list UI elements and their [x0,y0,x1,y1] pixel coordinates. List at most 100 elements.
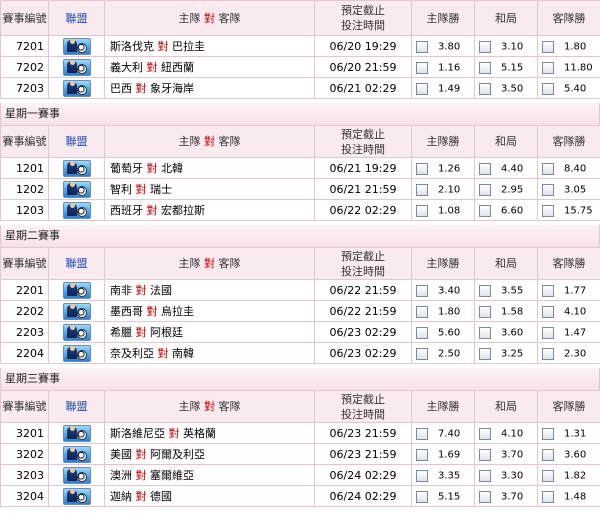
league-cell[interactable] [48,178,105,200]
draw-cell: 3.70 [474,485,538,507]
league-cell[interactable] [48,77,105,99]
soccer-league-icon[interactable] [62,445,91,463]
soccer-league-icon[interactable] [62,37,91,55]
home-win-checkbox[interactable] [416,183,428,196]
home-win-checkbox[interactable] [416,162,428,175]
league-cell[interactable] [48,485,105,507]
away-team: 象牙海岸 [150,82,194,95]
away-win-checkbox[interactable] [542,82,554,95]
draw-checkbox[interactable] [479,347,491,360]
league-cell[interactable] [48,464,105,486]
league-cell[interactable] [48,279,105,301]
league-cell[interactable] [48,321,105,343]
draw-checkbox[interactable] [479,183,491,196]
league-cell[interactable] [48,35,105,57]
draw-checkbox[interactable] [479,40,491,53]
away-win-cell: 1.82 [537,464,600,486]
soccer-league-icon[interactable] [62,281,91,299]
home-win-checkbox[interactable] [416,469,428,482]
draw-checkbox[interactable] [479,305,491,318]
league-cell[interactable] [48,342,105,364]
draw-checkbox[interactable] [479,162,491,175]
home-win-checkbox[interactable] [416,347,428,360]
player-figure-icon [66,303,77,317]
matchup-cell: 斯洛維尼亞 對 英格蘭 [104,422,315,444]
soccer-ball-icon [76,471,87,482]
header-league[interactable]: 聯盟 [48,390,105,423]
home-win-checkbox[interactable] [416,40,428,53]
header-home-win: 主隊勝 [411,125,475,158]
soccer-league-icon[interactable] [62,344,91,362]
vs-label: 對 [135,284,147,297]
away-win-checkbox[interactable] [542,204,554,217]
header-matchup: 主隊 對 客隊 [104,0,315,36]
away-win-checkbox[interactable] [542,305,554,318]
home-win-odds: 1.08 [438,205,461,216]
draw-checkbox[interactable] [479,448,491,461]
soccer-league-icon[interactable] [62,58,91,76]
league-cell[interactable] [48,56,105,78]
soccer-league-icon[interactable] [62,302,91,320]
draw-checkbox[interactable] [479,326,491,339]
league-cell[interactable] [48,199,105,221]
away-win-checkbox[interactable] [542,284,554,297]
soccer-league-icon[interactable] [62,323,91,341]
away-win-checkbox[interactable] [542,347,554,360]
header-matchup: 主隊 對 客隊 [104,390,315,423]
league-cell[interactable] [48,157,105,179]
away-win-checkbox[interactable] [542,326,554,339]
draw-checkbox[interactable] [479,490,491,503]
home-win-checkbox[interactable] [416,204,428,217]
header-league-link[interactable]: 聯盟 [66,400,88,413]
home-win-checkbox[interactable] [416,326,428,339]
draw-checkbox[interactable] [479,204,491,217]
header-league-link[interactable]: 聯盟 [66,12,88,25]
home-win-checkbox[interactable] [416,427,428,440]
league-cell[interactable] [48,300,105,322]
header-row: 賽事編號 聯盟 主隊 對 客隊 預定截止 投注時間 主隊勝 和局 客隊勝 [0,390,600,423]
player-figure-icon [66,202,77,216]
away-win-checkbox[interactable] [542,490,554,503]
soccer-league-icon[interactable] [62,79,91,97]
draw-checkbox[interactable] [479,427,491,440]
away-win-checkbox[interactable] [542,61,554,74]
home-win-checkbox[interactable] [416,305,428,318]
league-cell[interactable] [48,443,105,465]
away-win-checkbox[interactable] [542,183,554,196]
draw-checkbox[interactable] [479,61,491,74]
away-win-checkbox[interactable] [542,427,554,440]
draw-checkbox[interactable] [479,469,491,482]
header-league[interactable]: 聯盟 [48,247,105,280]
away-win-checkbox[interactable] [542,469,554,482]
soccer-league-icon[interactable] [62,201,91,219]
home-win-checkbox[interactable] [416,61,428,74]
away-win-checkbox[interactable] [542,162,554,175]
header-league[interactable]: 聯盟 [48,125,105,158]
soccer-league-icon[interactable] [62,159,91,177]
away-win-checkbox[interactable] [542,448,554,461]
league-cell[interactable] [48,422,105,444]
match-table: 賽事編號 聯盟 主隊 對 客隊 預定截止 投注時間 主隊勝 和局 客隊勝 1201 葡萄牙 對 北… [0,125,600,221]
soccer-league-icon[interactable] [62,487,91,505]
draw-checkbox[interactable] [479,82,491,95]
home-win-checkbox[interactable] [416,448,428,461]
away-win-checkbox[interactable] [542,40,554,53]
match-id: 3202 [0,443,49,465]
soccer-league-icon[interactable] [62,424,91,442]
header-league[interactable]: 聯盟 [48,0,105,36]
home-win-checkbox[interactable] [416,490,428,503]
draw-checkbox[interactable] [479,284,491,297]
home-win-checkbox[interactable] [416,284,428,297]
away-win-odds: 5.40 [564,83,587,94]
header-home: 主隊 [178,257,201,270]
away-team: 北韓 [161,162,183,175]
deadline-time: 06/23 21:59 [314,422,412,444]
player-figure-icon [66,181,77,195]
home-win-checkbox[interactable] [416,82,428,95]
home-win-odds: 3.40 [438,285,461,296]
header-deadline-line1: 預定截止 [341,127,385,141]
soccer-league-icon[interactable] [62,466,91,484]
header-league-link[interactable]: 聯盟 [66,257,88,270]
header-league-link[interactable]: 聯盟 [66,135,88,148]
soccer-league-icon[interactable] [62,180,91,198]
